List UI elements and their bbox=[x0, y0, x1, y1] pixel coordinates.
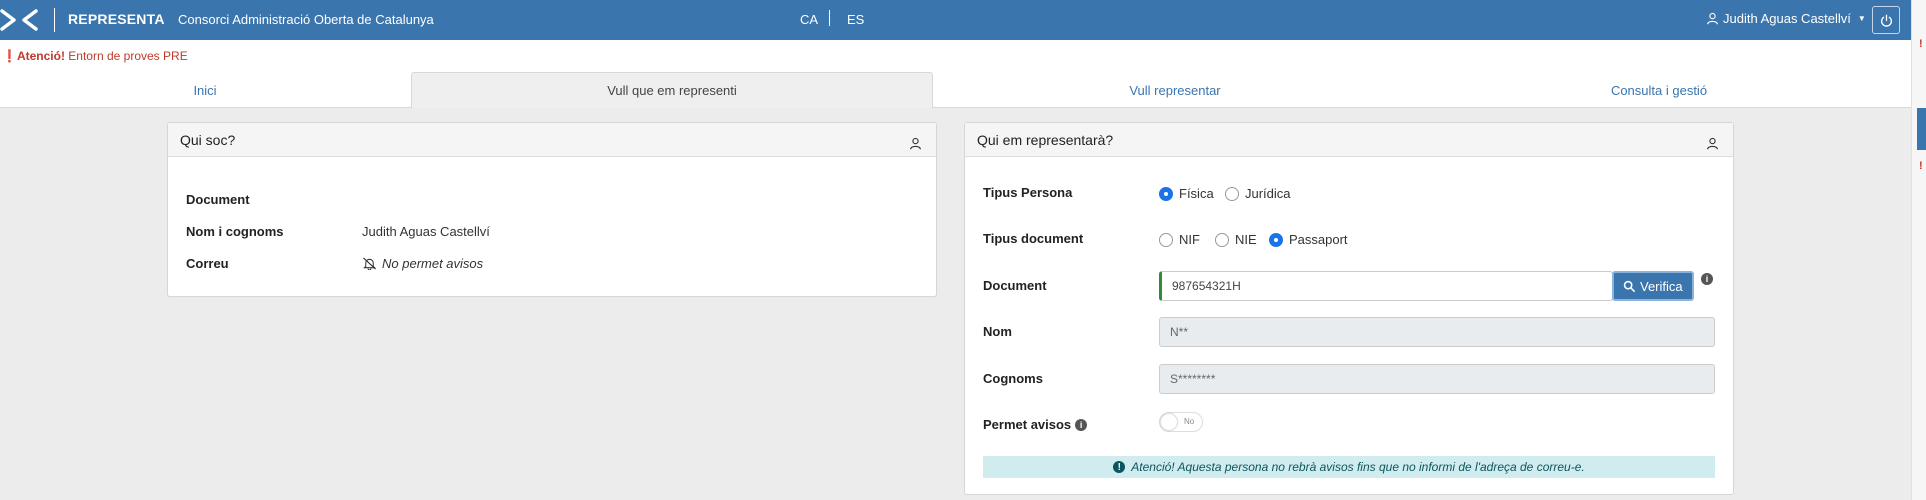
email-value: No permet avisos bbox=[362, 256, 483, 271]
alert-message: Entorn de proves PRE bbox=[68, 49, 188, 63]
tab-inici[interactable]: Inici bbox=[0, 72, 410, 108]
name-label: Nom bbox=[983, 324, 1012, 339]
app-name[interactable]: REPRESENTA bbox=[68, 11, 165, 27]
who-am-i-panel: Qui soc? Document Nom i cognoms Judith A… bbox=[167, 122, 937, 297]
environment-alert: ❗Atenció! Entorn de proves PRE bbox=[0, 40, 1911, 70]
side-strip-block bbox=[1917, 108, 1926, 150]
aoc-logo-icon bbox=[0, 9, 38, 31]
surname-label: Cognoms bbox=[983, 371, 1043, 386]
document-label: Document bbox=[186, 192, 250, 207]
notices-label: Permet avisos i bbox=[983, 417, 1088, 432]
email-label: Correu bbox=[186, 256, 229, 271]
bell-slash-icon bbox=[363, 257, 376, 270]
tab-vull-representar[interactable]: Vull representar bbox=[933, 72, 1417, 108]
panel-title: Qui em representarà? bbox=[977, 132, 1114, 148]
chevron-down-icon: ▼ bbox=[1857, 14, 1866, 23]
language-es-link[interactable]: ES bbox=[847, 12, 864, 27]
radio-fisica[interactable]: Física bbox=[1159, 186, 1214, 201]
side-strip: ! ! bbox=[1911, 0, 1926, 500]
radio-nif[interactable]: NIF bbox=[1159, 232, 1200, 247]
alert-prefix: ❗Atenció! bbox=[2, 49, 65, 63]
document-label: Document bbox=[983, 278, 1047, 293]
toggle-label: No bbox=[1184, 417, 1195, 426]
doc-type-label: Tipus document bbox=[983, 231, 1084, 246]
user-name: Judith Aguas Castellví bbox=[1723, 11, 1851, 26]
panel-header: Qui soc? bbox=[168, 123, 936, 157]
tab-vull-que-em-representi[interactable]: Vull que em representi bbox=[411, 72, 933, 108]
notices-toggle[interactable]: No bbox=[1159, 412, 1203, 432]
person-type-label: Tipus Persona bbox=[983, 185, 1073, 200]
name-value: Judith Aguas Castellví bbox=[362, 224, 490, 239]
surname-field: S******** bbox=[1159, 364, 1715, 394]
radio-nie[interactable]: NIE bbox=[1215, 232, 1257, 247]
radio-passaport[interactable]: Passaport bbox=[1269, 232, 1348, 247]
side-mark-icon: ! bbox=[1919, 160, 1923, 172]
radio-juridica[interactable]: Jurídica bbox=[1225, 186, 1291, 201]
verify-button[interactable]: Verifica bbox=[1612, 271, 1694, 301]
representative-panel: Qui em representarà? Tipus Persona Físic… bbox=[964, 122, 1734, 495]
toggle-knob bbox=[1161, 414, 1177, 430]
name-label: Nom i cognoms bbox=[186, 224, 284, 239]
top-bar: REPRESENTA Consorci Administració Oberta… bbox=[0, 0, 1926, 40]
document-input[interactable]: 987654321H bbox=[1159, 271, 1613, 301]
radio-unchecked-icon bbox=[1159, 232, 1173, 247]
radio-unchecked-icon bbox=[1215, 232, 1229, 247]
info-icon[interactable]: i bbox=[1075, 418, 1088, 431]
radio-checked-icon bbox=[1159, 186, 1173, 201]
header-divider bbox=[54, 8, 55, 32]
user-icon bbox=[910, 137, 921, 150]
user-icon bbox=[1707, 137, 1718, 150]
panel-title: Qui soc? bbox=[180, 132, 236, 148]
tab-consulta-i-gestio[interactable]: Consulta i gestió bbox=[1417, 72, 1901, 108]
side-mark-icon: ! bbox=[1919, 38, 1923, 50]
notices-warning: ! Atenció! Aquesta persona no rebrà avis… bbox=[983, 456, 1715, 478]
radio-checked-icon bbox=[1269, 232, 1283, 247]
main-tabs: Inici Vull que em representi Vull repres… bbox=[0, 70, 1911, 108]
user-menu[interactable]: Judith Aguas Castellví ▼ bbox=[1706, 11, 1866, 26]
radio-unchecked-icon bbox=[1225, 186, 1239, 201]
organization-name: Consorci Administració Oberta de Catalun… bbox=[178, 12, 434, 27]
language-ca-link[interactable]: CA bbox=[800, 12, 818, 27]
panel-header: Qui em representarà? bbox=[965, 123, 1733, 157]
logout-button[interactable] bbox=[1872, 6, 1900, 34]
language-divider bbox=[829, 10, 830, 26]
info-icon[interactable]: i bbox=[1701, 273, 1713, 285]
exclamation-circle-icon: ! bbox=[1113, 461, 1126, 473]
user-icon bbox=[1707, 12, 1718, 25]
name-field: N** bbox=[1159, 317, 1715, 347]
power-icon bbox=[1880, 14, 1892, 27]
search-icon bbox=[1623, 280, 1635, 292]
